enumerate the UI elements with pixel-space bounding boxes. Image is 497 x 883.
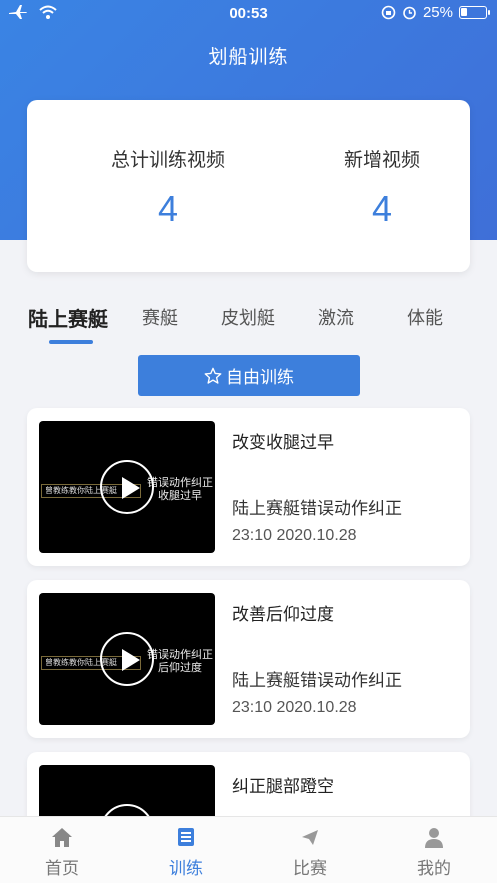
rotation-lock-icon — [381, 5, 396, 20]
video-category: 陆上赛艇错误动作纠正 — [232, 499, 402, 519]
play-icon[interactable] — [100, 460, 154, 514]
alarm-icon — [403, 6, 416, 20]
video-category: 陆上赛艇错误动作纠正 — [232, 671, 402, 691]
video-timestamp: 23:10 2020.10.28 — [232, 699, 357, 716]
video-title: 纠正腿部蹬空 — [232, 777, 334, 797]
tab-fitness[interactable]: 体能 — [407, 304, 443, 330]
tab-land-rowing[interactable]: 陆上赛艇 — [28, 303, 108, 332]
nav-home-label: 首页 — [45, 859, 79, 879]
paper-plane-icon — [302, 830, 318, 845]
status-bar: 00:53 25% — [0, 0, 497, 28]
bottom-tab-bar: 首页 训练 比赛 我的 — [0, 816, 497, 883]
nav-profile[interactable]: 我的 — [372, 817, 496, 883]
video-thumbnail[interactable]: 曾教练教你陆上赛艇 错误动作纠正 收腿过早 — [39, 421, 215, 553]
star-outline-icon — [204, 367, 222, 384]
nav-home[interactable]: 首页 — [0, 817, 124, 883]
battery-percent: 25% — [422, 4, 453, 21]
page-title: 划船训练 — [208, 46, 289, 68]
battery-icon — [459, 6, 490, 19]
video-title: 改善后仰过度 — [232, 605, 334, 625]
video-card[interactable]: 曾教练教你陆上赛艇 错误动作纠正 收腿过早 改变收腿过早 陆上赛艇错误动作纠正 … — [27, 408, 470, 566]
new-videos-value: 4 — [371, 188, 393, 229]
training-icon — [178, 828, 194, 846]
user-icon — [425, 828, 443, 848]
total-videos-value: 4 — [157, 188, 179, 229]
video-card[interactable]: 曾教练教你陆上赛艇 错误动作纠正 后仰过度 改善后仰过度 陆上赛艇错误动作纠正 … — [27, 580, 470, 738]
nav-competition-label: 比赛 — [293, 859, 327, 879]
video-thumbnail[interactable]: 曾教练教你陆上赛艇 错误动作纠正 后仰过度 — [39, 593, 215, 725]
new-videos-label: 新增视频 — [343, 149, 420, 171]
nav-training-label: 训练 — [169, 859, 203, 879]
nav-training[interactable]: 训练 — [124, 817, 248, 883]
total-videos-stat: 总计训练视频 4 — [68, 145, 268, 230]
home-icon — [52, 828, 72, 847]
nav-competition[interactable]: 比赛 — [248, 817, 372, 883]
free-training-button[interactable]: 自由训练 — [138, 355, 360, 396]
tab-canoe[interactable]: 皮划艇 — [221, 304, 275, 330]
total-videos-label: 总计训练视频 — [110, 149, 225, 171]
active-tab-indicator — [49, 340, 93, 344]
tab-whitewater[interactable]: 激流 — [318, 304, 354, 330]
video-title: 改变收腿过早 — [232, 433, 334, 453]
free-training-label: 自由训练 — [226, 368, 294, 388]
tab-rowing[interactable]: 赛艇 — [142, 304, 178, 330]
video-timestamp: 23:10 2020.10.28 — [232, 527, 357, 544]
new-videos-stat: 新增视频 4 — [282, 145, 482, 230]
play-icon[interactable] — [100, 632, 154, 686]
stats-card: 总计训练视频 4 新增视频 4 — [27, 100, 470, 272]
nav-profile-label: 我的 — [417, 859, 451, 879]
